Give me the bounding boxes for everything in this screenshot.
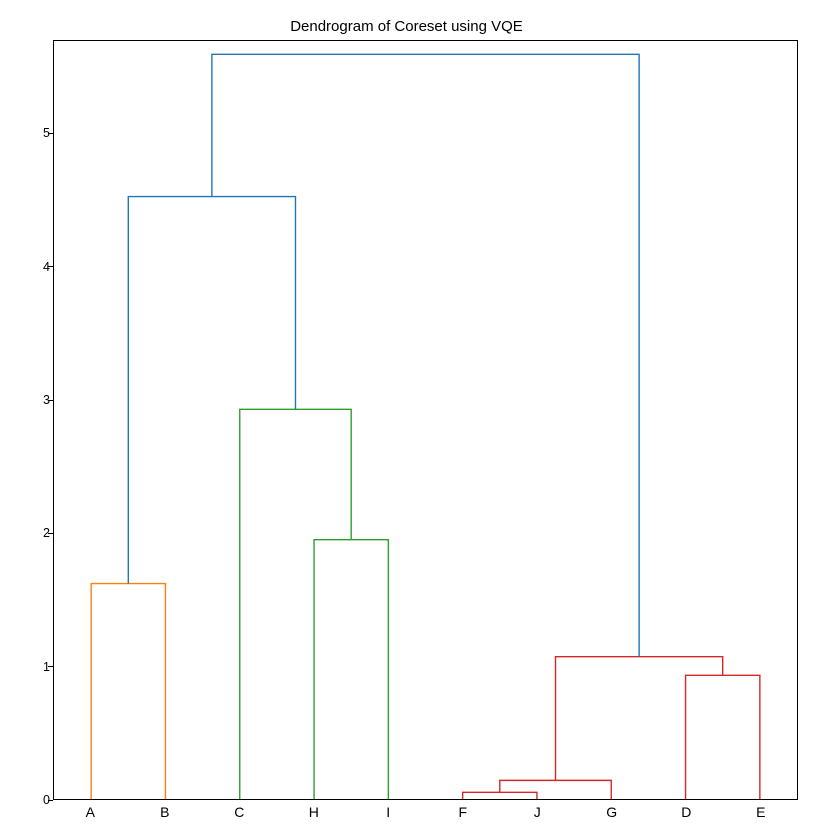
x-leaf-label: F [458,804,467,820]
y-tick-label: 2 [30,526,50,540]
dendrogram-chart: Dendrogram of Coreset using VQE 0 1 2 3 4 5 A B… [0,0,813,840]
dendro-link [212,54,639,656]
x-leaf-label: B [160,804,169,820]
y-tick-label: 4 [30,260,50,274]
x-leaf-label: A [86,804,95,820]
x-leaf-label: D [681,804,691,820]
y-tick-label: 0 [30,793,50,807]
dendro-link [240,409,351,799]
dendro-link [463,792,537,799]
plot-area [53,40,798,800]
x-leaf-label: J [534,804,541,820]
x-leaf-label: I [386,804,390,820]
y-tick-mark [48,400,53,401]
dendro-link [314,540,388,799]
x-leaf-label: H [309,804,319,820]
y-tick-mark [48,800,53,801]
dendro-link [128,197,295,584]
dendro-link [91,584,165,799]
x-leaf-label: G [606,804,617,820]
dendrogram-svg [54,41,797,799]
x-leaf-label: E [756,804,765,820]
y-tick-mark [48,266,53,267]
y-tick-label: 5 [30,126,50,140]
chart-title: Dendrogram of Coreset using VQE [0,18,813,35]
y-tick-mark [48,533,53,534]
dendro-link [500,780,611,799]
y-tick-mark [48,666,53,667]
x-leaf-label: C [234,804,244,820]
y-tick-label: 1 [30,660,50,674]
y-tick-label: 3 [30,393,50,407]
y-tick-mark [48,133,53,134]
dendro-link [686,675,760,799]
